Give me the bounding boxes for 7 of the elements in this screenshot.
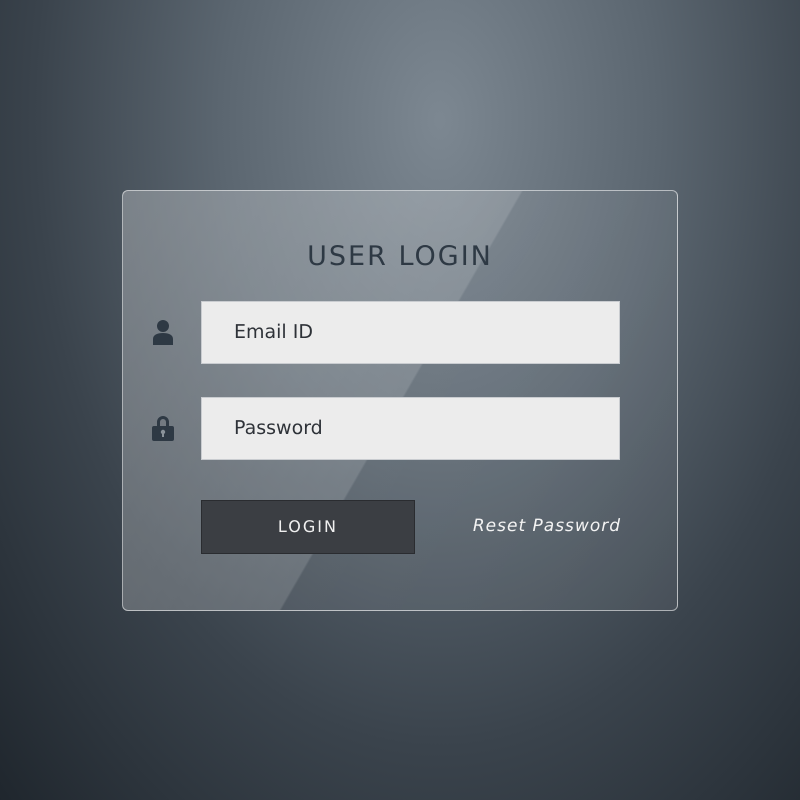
email-field[interactable]: Email ID xyxy=(201,300,620,364)
user-icon xyxy=(151,319,175,346)
password-field[interactable]: Password xyxy=(201,396,620,460)
login-button[interactable]: LOGIN xyxy=(201,500,415,554)
reset-password-link[interactable]: Reset Password xyxy=(472,514,621,540)
login-title: USER LOGIN xyxy=(306,240,494,273)
lock-icon xyxy=(151,415,175,442)
